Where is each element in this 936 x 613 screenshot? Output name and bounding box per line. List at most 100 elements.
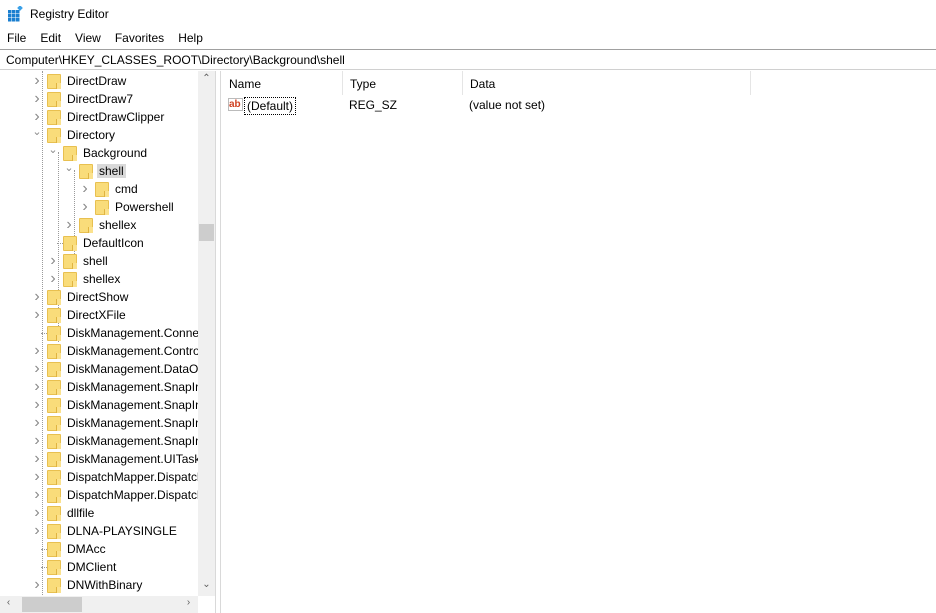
tree-item[interactable]: › DirectDraw <box>0 72 198 90</box>
folder-icon <box>63 236 77 251</box>
chevron-right-icon[interactable]: › <box>32 487 42 503</box>
tree-vertical-scrollbar[interactable]: ⌃ ⌄ <box>198 71 215 596</box>
chevron-right-icon[interactable]: › <box>32 523 42 539</box>
folder-icon <box>47 344 61 359</box>
chevron-down-icon[interactable]: ⌄ <box>48 144 58 156</box>
folder-icon <box>95 200 109 215</box>
tree-item-label: DiskManagement.Conne <box>67 326 200 340</box>
chevron-down-icon[interactable]: ⌄ <box>32 126 42 138</box>
tree-item[interactable]: DMAcc <box>0 540 198 558</box>
chevron-right-icon[interactable]: › <box>32 343 42 359</box>
tree-item[interactable]: › DiskManagement.SnapIn <box>0 378 202 396</box>
tree-item-label: DirectDrawClipper <box>67 110 165 124</box>
tree-item[interactable]: ⌄ shell <box>0 162 198 180</box>
chevron-right-icon[interactable]: › <box>32 415 42 431</box>
tree-item-label: DirectShow <box>67 290 129 304</box>
tree-item-label: DirectDraw7 <box>67 92 134 106</box>
folder-icon <box>47 380 61 395</box>
folder-icon <box>47 488 61 503</box>
chevron-right-icon[interactable]: › <box>48 271 58 287</box>
folder-icon <box>47 470 61 485</box>
tree-item-label: DiskManagement.DataOl <box>67 362 202 376</box>
tree-item[interactable]: › DiskManagement.UITasks <box>0 450 206 468</box>
tree-item[interactable]: DMClient <box>0 558 198 576</box>
tree-item[interactable]: › cmd <box>0 180 198 198</box>
tree-item[interactable]: ⌄ Background <box>0 144 198 162</box>
scroll-thumb[interactable] <box>199 224 214 241</box>
tree-item[interactable]: › DirectDraw7 <box>0 90 198 108</box>
tree-item[interactable]: › DiskManagement.SnapIn <box>0 396 202 414</box>
folder-icon <box>47 506 61 521</box>
tree-item-label: DMAcc <box>67 542 106 556</box>
tree-item[interactable]: › DispatchMapper.Dispatcl <box>0 468 200 486</box>
scroll-left-icon[interactable]: ‹ <box>0 597 17 608</box>
scroll-thumb[interactable] <box>22 597 82 612</box>
tree-item-label: DNWithBinary <box>67 578 143 592</box>
folder-icon <box>47 110 61 125</box>
chevron-right-icon[interactable]: › <box>48 253 58 269</box>
pane-splitter[interactable] <box>216 71 221 613</box>
tree-item[interactable]: › shellex <box>0 216 198 234</box>
folder-icon <box>47 416 61 431</box>
menu-favorites[interactable]: Favorites <box>108 29 171 48</box>
tree-item[interactable]: › DispatchMapper.Dispatcl <box>0 486 200 504</box>
chevron-right-icon[interactable]: › <box>32 379 42 395</box>
chevron-right-icon[interactable]: › <box>32 505 42 521</box>
title-bar: Registry Editor <box>0 0 936 28</box>
chevron-right-icon[interactable]: › <box>32 289 42 305</box>
tree-item[interactable]: › shellex <box>0 270 198 288</box>
value-name[interactable]: (Default) <box>244 97 297 115</box>
tree-item[interactable]: › DirectShow <box>0 288 198 306</box>
chevron-right-icon[interactable]: › <box>32 91 42 107</box>
column-data[interactable]: Data <box>463 71 751 95</box>
chevron-right-icon[interactable]: › <box>32 307 42 323</box>
tree-item[interactable]: › DiskManagement.SnapIn <box>0 432 202 450</box>
menu-help[interactable]: Help <box>171 29 210 48</box>
chevron-right-icon[interactable]: › <box>80 199 90 215</box>
key-tree[interactable]: › DirectDraw › DirectDraw7 › DirectDrawClippe… <box>0 71 216 613</box>
chevron-down-icon[interactable]: ⌄ <box>64 162 74 174</box>
tree-item[interactable]: › DiskManagement.DataOl <box>0 360 201 378</box>
tree-item[interactable]: › shell <box>0 252 198 270</box>
tree-item-label: cmd <box>115 182 138 196</box>
tree-item[interactable]: › DirectXFile <box>0 306 198 324</box>
menu-view[interactable]: View <box>68 29 108 48</box>
chevron-right-icon[interactable]: › <box>32 469 42 485</box>
tree-item[interactable]: › dllfile <box>0 504 198 522</box>
tree-item[interactable]: DefaultIcon <box>0 234 198 252</box>
folder-icon <box>63 146 77 161</box>
values-list[interactable]: Name Type Data ab (Default) REG_SZ (valu… <box>222 71 936 613</box>
chevron-right-icon[interactable]: › <box>32 433 42 449</box>
value-data: (value not set) <box>469 98 546 112</box>
tree-item[interactable]: › DirectDrawClipper <box>0 108 198 126</box>
scroll-down-icon[interactable]: ⌄ <box>198 579 215 590</box>
tree-item[interactable]: › DLNA-PLAYSINGLE <box>0 522 198 540</box>
chevron-right-icon[interactable]: › <box>32 109 42 125</box>
tree-item-label: DispatchMapper.Dispatcl <box>67 470 200 484</box>
folder-icon <box>47 578 61 593</box>
tree-item-label: DirectXFile <box>67 308 126 322</box>
chevron-right-icon[interactable]: › <box>32 451 42 467</box>
tree-item[interactable]: › DiskManagement.Contro <box>0 342 200 360</box>
chevron-right-icon[interactable]: › <box>80 181 90 197</box>
tree-item-label: dllfile <box>67 506 95 520</box>
scroll-right-icon[interactable]: › <box>180 597 197 608</box>
scroll-up-icon[interactable]: ⌃ <box>198 73 215 84</box>
column-type[interactable]: Type <box>343 71 463 95</box>
tree-item[interactable]: › DNWithBinary <box>0 576 198 594</box>
tree-item[interactable]: ⌄ Directory <box>0 126 198 144</box>
column-name[interactable]: Name <box>222 71 343 95</box>
chevron-right-icon[interactable]: › <box>64 217 74 233</box>
tree-horizontal-scrollbar[interactable]: ‹ › <box>0 596 198 613</box>
tree-item[interactable]: › DiskManagement.SnapIn <box>0 414 202 432</box>
chevron-right-icon[interactable]: › <box>32 73 42 89</box>
chevron-right-icon[interactable]: › <box>32 397 42 413</box>
tree-item[interactable]: DiskManagement.Conne <box>0 324 200 342</box>
chevron-right-icon[interactable]: › <box>32 361 42 377</box>
menu-edit[interactable]: Edit <box>33 29 68 48</box>
menu-file[interactable]: File <box>0 29 33 48</box>
address-bar[interactable]: Computer\HKEY_CLASSES_ROOT\Directory\Bac… <box>0 49 936 70</box>
chevron-right-icon[interactable]: › <box>32 577 42 593</box>
tree-item[interactable]: › Powershell <box>0 198 198 216</box>
string-value-icon: ab <box>228 98 243 111</box>
